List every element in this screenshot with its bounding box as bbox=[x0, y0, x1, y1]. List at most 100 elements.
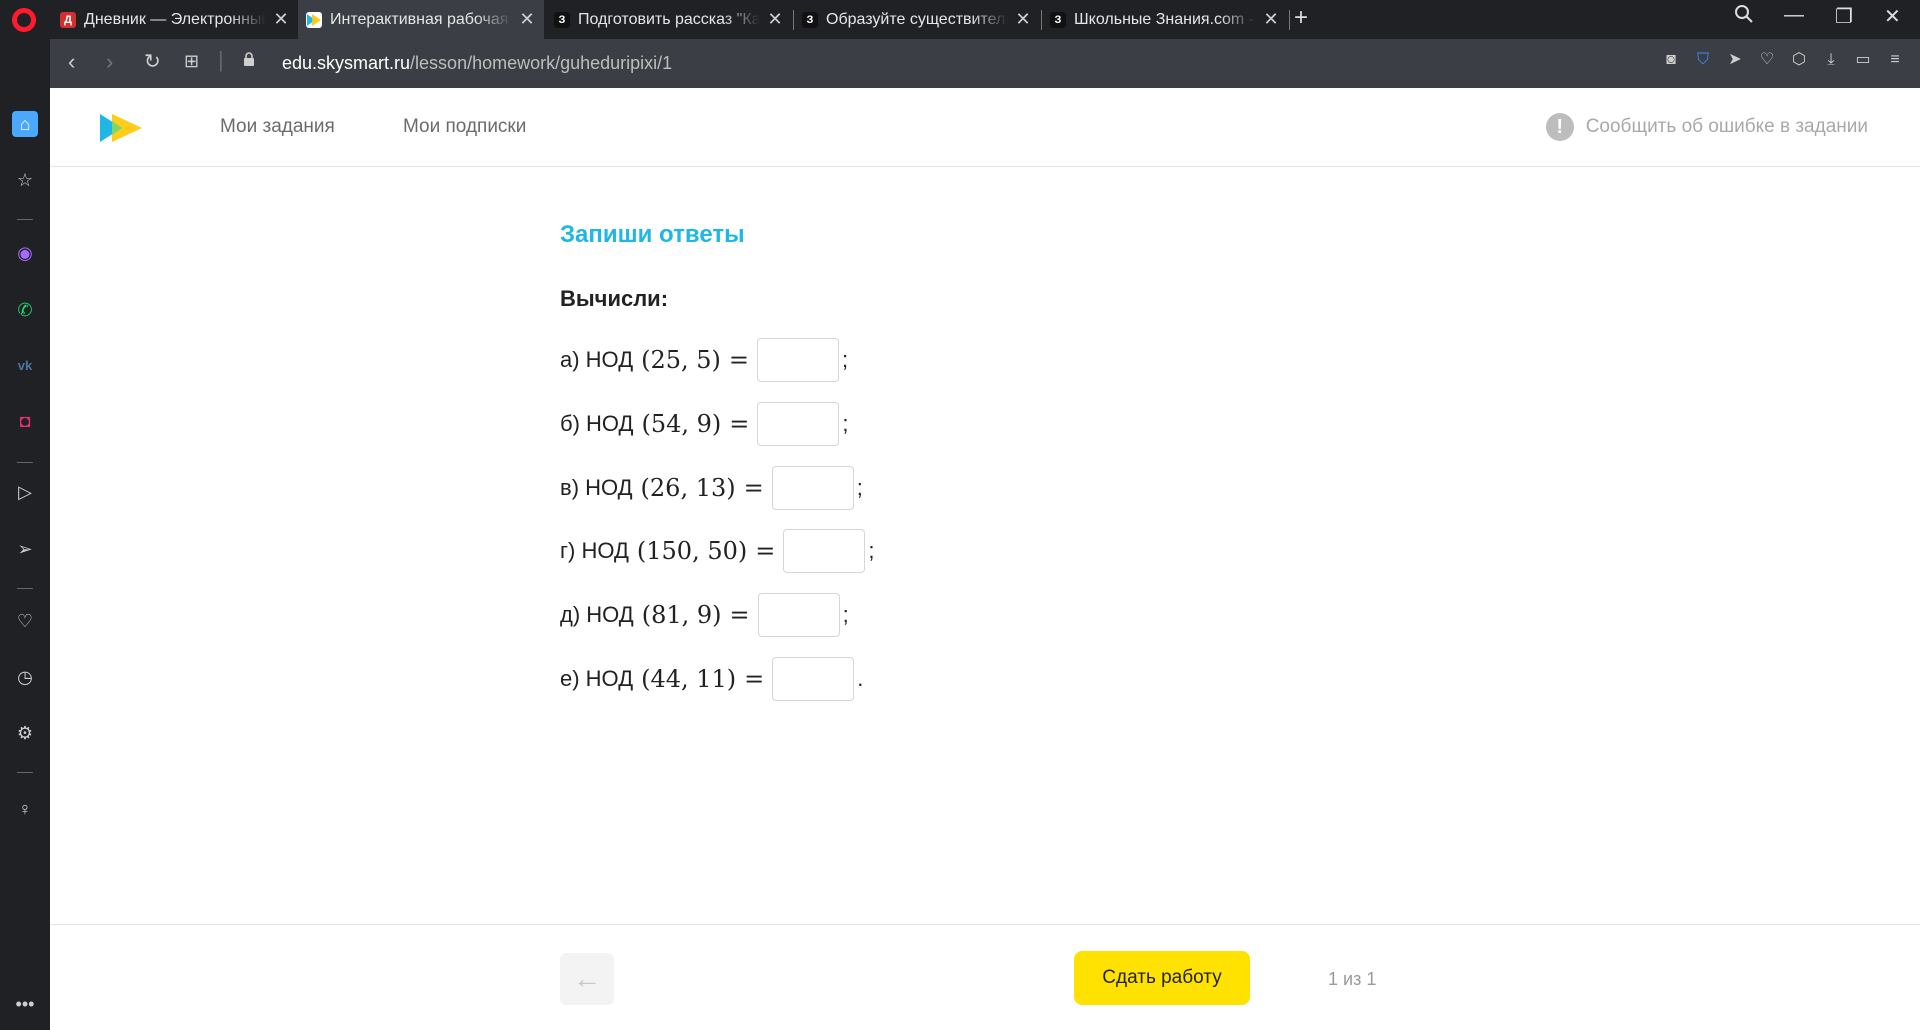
row-args: (44, 11) bbox=[641, 665, 737, 693]
skysmart-logo-icon[interactable] bbox=[100, 112, 144, 144]
messenger-icon[interactable]: ◉ bbox=[12, 240, 38, 266]
tab-1[interactable]: Интерактивная рабочая т ✕ bbox=[298, 0, 544, 39]
close-icon[interactable]: ✕ bbox=[766, 9, 784, 30]
row-args: (54, 9) bbox=[641, 410, 722, 438]
row-label: а) НОД bbox=[560, 347, 634, 372]
browser-tab-bar: Д Дневник — Электронный ✕ Интерактивная … bbox=[0, 0, 1920, 39]
row-end: ; bbox=[868, 538, 875, 563]
skysmart-favicon-icon bbox=[306, 11, 322, 28]
row-end: . bbox=[857, 666, 864, 691]
row-args: (150, 50) bbox=[636, 537, 748, 565]
forward-icon[interactable]: › bbox=[106, 49, 113, 75]
answer-row-e: д) НОД (81, 9) = ; bbox=[560, 593, 849, 637]
back-icon[interactable]: ‹ bbox=[68, 49, 75, 75]
tab-favicon-icon: З bbox=[1050, 11, 1066, 28]
send-icon[interactable]: ➤ bbox=[1726, 51, 1744, 69]
close-icon[interactable]: ✕ bbox=[1262, 9, 1280, 30]
menu-lines-icon[interactable]: ≡ bbox=[1886, 51, 1904, 69]
battery-icon[interactable]: ▭ bbox=[1854, 51, 1872, 69]
lock-icon[interactable] bbox=[243, 52, 255, 66]
home-icon[interactable]: ⌂ bbox=[12, 111, 38, 137]
reload-icon[interactable]: ↻ bbox=[144, 49, 161, 74]
task-footer: ← Сдать работу 1 из 1 bbox=[50, 924, 1920, 1030]
equals-sign: = bbox=[744, 665, 765, 693]
task-title: Запиши ответы bbox=[560, 221, 745, 248]
answer-input-a[interactable] bbox=[757, 338, 839, 382]
previous-task-button[interactable]: ← bbox=[560, 953, 614, 1005]
browser-sidebar: ⌂ ☆ ◉ ✆ vk ◘ ▷ ➢ ♡ ◷ ⚙ ♀ ••• bbox=[0, 39, 50, 1030]
row-args: (26, 13) bbox=[640, 474, 736, 502]
equals-sign: = bbox=[755, 537, 776, 565]
tab-3[interactable]: З Образуйте существительн ✕ bbox=[794, 0, 1040, 39]
lightbulb-icon[interactable]: ♀ bbox=[12, 796, 38, 822]
answer-row-f: е) НОД (44, 11) = . bbox=[560, 657, 863, 701]
window-close-icon[interactable]: ✕ bbox=[1884, 4, 1901, 29]
opera-logo-icon[interactable] bbox=[12, 8, 36, 32]
download-icon[interactable]: ⤓ bbox=[1822, 51, 1840, 69]
tab-favicon-icon: З bbox=[554, 11, 570, 28]
row-end: ; bbox=[842, 602, 849, 627]
new-tab-plus-icon[interactable]: + bbox=[1294, 4, 1308, 32]
tab-4[interactable]: З Школьные Знания.com - Р ✕ bbox=[1042, 0, 1288, 39]
tab-title: Интерактивная рабочая т bbox=[330, 10, 512, 28]
tab-separator bbox=[1289, 10, 1290, 30]
answer-row-b: б) НОД (54, 9) = ; bbox=[560, 402, 849, 446]
history-clock-icon[interactable]: ◷ bbox=[12, 664, 38, 690]
close-icon[interactable]: ✕ bbox=[272, 9, 290, 30]
tab-title: Подготовить рассказ "Как bbox=[578, 10, 760, 28]
equals-sign: = bbox=[743, 474, 764, 502]
url-input[interactable]: edu.skysmart.ru/lesson/homework/guheduri… bbox=[282, 53, 672, 74]
close-icon[interactable]: ✕ bbox=[1014, 9, 1032, 30]
answer-input-f[interactable] bbox=[757, 593, 840, 637]
tab-grid-icon[interactable]: ⊞ bbox=[184, 51, 199, 72]
settings-gear-icon[interactable]: ⚙ bbox=[12, 720, 38, 746]
close-icon[interactable]: ✕ bbox=[518, 9, 536, 30]
answer-input-d[interactable] bbox=[783, 529, 866, 573]
heart-icon[interactable]: ♡ bbox=[1758, 51, 1776, 69]
more-dots-icon[interactable]: ••• bbox=[12, 991, 38, 1017]
cube-icon[interactable]: ⬡ bbox=[1790, 51, 1808, 69]
toolbar-separator: | bbox=[218, 47, 224, 72]
answer-input-b[interactable] bbox=[757, 402, 840, 446]
bookmarks-icon[interactable]: ☆ bbox=[12, 167, 38, 193]
row-args: (81, 9) bbox=[641, 601, 722, 629]
answer-input-g[interactable] bbox=[772, 657, 855, 701]
row-end: ; bbox=[842, 411, 849, 436]
search-tabs-icon[interactable] bbox=[1734, 4, 1754, 30]
tab-0[interactable]: Д Дневник — Электронный ✕ bbox=[52, 0, 298, 39]
toolbar-right: ◙ ⛉ ➤ ♡ ⬡ ⤓ ▭ ≡ bbox=[1662, 51, 1904, 69]
row-label: г) НОД bbox=[560, 538, 629, 563]
report-error-link[interactable]: ! Сообщить об ошибке в задании bbox=[1545, 113, 1868, 141]
answer-row-a: а) НОД (25, 5) = ; bbox=[560, 338, 848, 382]
camera-icon[interactable]: ◙ bbox=[1662, 51, 1680, 69]
sidebar-separator bbox=[17, 772, 33, 773]
task-instruction: Вычисли: bbox=[560, 286, 669, 311]
row-label: б) НОД bbox=[560, 411, 634, 436]
whatsapp-icon[interactable]: ✆ bbox=[12, 297, 38, 323]
restore-icon[interactable]: ❐ bbox=[1835, 4, 1853, 29]
exclamation-icon: ! bbox=[1545, 113, 1574, 141]
report-error-label: Сообщить об ошибке в задании bbox=[1585, 116, 1868, 137]
tab-2[interactable]: З Подготовить рассказ "Как ✕ bbox=[546, 0, 792, 39]
nav-my-tasks[interactable]: Мои задания bbox=[220, 116, 335, 138]
row-label: в) НОД bbox=[560, 475, 633, 500]
answer-row-c: в) НОД (26, 13) = ; bbox=[560, 466, 863, 510]
answer-input-c[interactable] bbox=[771, 466, 854, 510]
sidebar-separator bbox=[17, 219, 33, 220]
flow-send-icon[interactable]: ➢ bbox=[12, 536, 38, 562]
submit-work-button[interactable]: Сдать работу bbox=[1074, 951, 1250, 1005]
row-end: ; bbox=[856, 475, 863, 500]
equals-sign: = bbox=[729, 601, 750, 629]
player-icon[interactable]: ▷ bbox=[12, 479, 38, 505]
answer-row-d: г) НОД (150, 50) = ; bbox=[560, 529, 874, 573]
heart-icon[interactable]: ♡ bbox=[12, 608, 38, 634]
adblock-shield-icon[interactable]: ⛉ bbox=[1694, 51, 1712, 69]
arrow-left-icon: ← bbox=[573, 963, 601, 994]
instagram-icon[interactable]: ◘ bbox=[12, 408, 38, 434]
sidebar-separator bbox=[17, 588, 33, 589]
tab-title: Дневник — Электронный bbox=[84, 10, 266, 28]
vk-icon[interactable]: vk bbox=[12, 352, 38, 378]
minimize-icon[interactable]: — bbox=[1784, 4, 1804, 27]
nav-my-subscriptions[interactable]: Мои подписки bbox=[403, 116, 526, 138]
page: Мои задания Мои подписки ! Сообщить об о… bbox=[50, 88, 1920, 1030]
